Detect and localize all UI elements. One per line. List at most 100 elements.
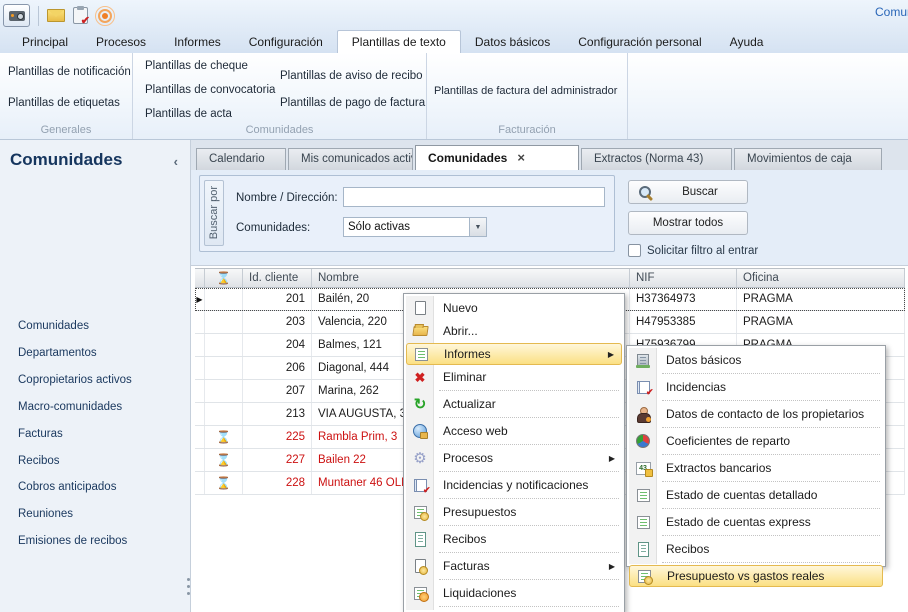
group-label-generales: Generales [0,124,132,136]
submenu-arrow-icon: ▶ [609,562,615,571]
plantillas-factura-administrador-button[interactable]: Plantillas de factura del administrador [434,85,617,97]
ribbon-tab-plantillas-de-texto[interactable]: Plantillas de texto [337,30,461,53]
plantillas-etiquetas-button[interactable]: Plantillas de etiquetas [8,97,120,109]
person-icon [629,407,657,421]
ribbon-group-generales: Plantillas de notificación Plantillas de… [0,53,133,139]
window-chrome: ✔ Comur Principal Procesos Informes Conf… [0,0,908,53]
ribbon-tab-configuracion-personal[interactable]: Configuración personal [564,31,715,53]
settlement-report-icon [406,587,434,600]
plantillas-pago-factura-button[interactable]: Plantillas de pago de factura [280,97,425,109]
document-tab-bar: Calendario Mis comunicados activos Comun… [191,140,908,170]
solicitar-filtro-checkbox[interactable] [628,244,641,257]
hourglass-icon: ⌛ [216,476,231,490]
sidebar-item-emisiones-de-recibos[interactable]: Emisiones de recibos [18,535,127,547]
sidebar-item-recibos[interactable]: Recibos [18,455,60,467]
menu-item-presupuestos[interactable]: Presupuestos [406,501,622,523]
menu-item-eliminar[interactable]: ✖ Eliminar [406,366,622,388]
accounts-table-icon [629,516,657,529]
menu-item-procesos[interactable]: ⚙ Procesos ▶ [406,447,622,469]
column-header-nombre[interactable]: Nombre [312,269,630,287]
search-icon [638,185,653,200]
chevron-down-icon[interactable]: ▼ [469,218,486,236]
tab-movimientos-de-caja[interactable]: Movimientos de caja [734,148,882,170]
mail-icon[interactable] [47,9,65,22]
splitter-handle[interactable] [187,578,193,599]
tab-mis-comunicados-activos[interactable]: Mis comunicados activos [288,148,413,170]
sidebar-item-comunidades[interactable]: Comunidades [18,320,89,332]
submenu-item-datos-basicos[interactable]: Datos básicos [629,349,883,371]
current-row-pointer-icon: ▶ [196,295,202,304]
submenu-item-estado-cuentas-detallado[interactable]: Estado de cuentas detallado [629,484,883,506]
sidebar-item-departamentos[interactable]: Departamentos [18,347,97,359]
menu-item-recibos[interactable]: Recibos [406,528,622,550]
menu-item-facturas[interactable]: Facturas ▶ [406,555,622,577]
mostrar-todos-button[interactable]: Mostrar todos [628,211,748,235]
ribbon-tab-principal[interactable]: Principal [8,31,82,53]
sidebar-item-copropietarios-activos[interactable]: Copropietarios activos [18,374,132,386]
column-header-id-cliente[interactable]: Id. cliente [243,269,312,287]
app-camera-icon[interactable] [3,4,30,27]
sidebar-item-macro-comunidades[interactable]: Macro-comunidades [18,401,122,413]
menu-item-abrir[interactable]: Abrir... [406,320,622,342]
menu-item-actualizar[interactable]: ↻ Actualizar [406,393,622,415]
plantillas-acta-button[interactable]: Plantillas de acta [145,108,232,120]
submenu-item-datos-de-contacto[interactable]: Datos de contacto de los propietarios [629,403,883,425]
sidebar-item-cobros-anticipados[interactable]: Cobros anticipados [18,481,116,493]
sidebar-title: Comunidades [10,150,122,170]
check-icon: ✔ [81,14,90,27]
plantillas-convocatoria-button[interactable]: Plantillas de convocatoria [145,84,275,96]
ribbon-tab-informes[interactable]: Informes [160,31,235,53]
context-menu: Nuevo Abrir... Informes ▶ ✖ Eliminar ↻ A… [403,293,625,612]
column-header-oficina[interactable]: Oficina [737,269,905,287]
broadcast-icon[interactable] [96,7,114,25]
ribbon: Plantillas de notificación Plantillas de… [0,53,908,140]
menu-item-acceso-web[interactable]: Acceso web [406,420,622,442]
submenu-item-estado-cuentas-express[interactable]: Estado de cuentas express [629,511,883,533]
tab-comunidades[interactable]: Comunidades× [415,145,579,170]
tab-calendario[interactable]: Calendario [196,148,286,170]
menu-item-liquidaciones[interactable]: Liquidaciones [406,582,622,604]
plantillas-cheque-button[interactable]: Plantillas de cheque [145,60,248,72]
window-title: Comur [875,5,908,19]
collapse-sidebar-icon[interactable]: ‹ [174,154,178,169]
sidebar-item-reuniones[interactable]: Reuniones [18,508,73,520]
buscar-button[interactable]: Buscar [628,180,748,204]
menu-item-nuevo[interactable]: Nuevo [406,297,622,319]
submenu-item-incidencias[interactable]: ✔ Incidencias [629,376,883,398]
communities-dropdown[interactable]: Sólo activas ▼ [343,217,487,237]
name-address-label: Nombre / Dirección: [236,192,338,204]
menu-item-incidencias-y-notificaciones[interactable]: ✔ Incidencias y notificaciones [406,474,622,496]
ribbon-tab-ayuda[interactable]: Ayuda [716,31,778,53]
incidences-chart-icon: ✔ [629,381,657,394]
plantillas-notificacion-button[interactable]: Plantillas de notificación [8,66,131,78]
sidebar-item-facturas[interactable]: Facturas [18,428,63,440]
menu-item-informes[interactable]: Informes ▶ [406,343,622,365]
tab-extractos-norma-43[interactable]: Extractos (Norma 43) [581,148,732,170]
close-tab-icon[interactable]: × [517,150,525,165]
name-address-input[interactable] [343,187,605,207]
clipboard-check-icon[interactable]: ✔ [73,7,88,24]
column-header-nif[interactable]: NIF [630,269,737,287]
open-folder-icon [406,326,434,336]
receipt-icon [629,542,657,557]
submenu-item-recibos[interactable]: Recibos [629,538,883,560]
gear-icon: ⚙ [406,451,434,466]
filter-area: Buscar por Nombre / Dirección: Comunidad… [191,170,908,266]
plantillas-aviso-recibo-button[interactable]: Plantillas de aviso de recibo [280,70,423,82]
ribbon-group-facturacion: Plantillas de factura del administrador … [427,53,628,139]
invoice-coins-icon [406,559,434,573]
communities-dropdown-value: Sólo activas [344,221,469,233]
hourglass-column-header[interactable]: ⌛ [205,269,243,287]
toolbar-separator [38,6,39,26]
ribbon-tab-procesos[interactable]: Procesos [82,31,160,53]
hourglass-icon: ⌛ [216,430,231,444]
delete-icon: ✖ [406,371,434,384]
header-indicator-cell [195,269,205,287]
incidences-pages-icon: ✔ [406,479,434,492]
submenu-item-presupuesto-vs-gastos-reales[interactable]: Presupuesto vs gastos reales [629,565,883,587]
ribbon-tab-configuracion[interactable]: Configuración [235,31,337,53]
ribbon-tab-bar: Principal Procesos Informes Configuració… [8,30,777,53]
submenu-item-extractos-bancarios[interactable]: 43 Extractos bancarios [629,457,883,479]
ribbon-tab-datos-basicos[interactable]: Datos básicos [461,31,564,53]
submenu-item-coeficientes-de-reparto[interactable]: Coeficientes de reparto [629,430,883,452]
